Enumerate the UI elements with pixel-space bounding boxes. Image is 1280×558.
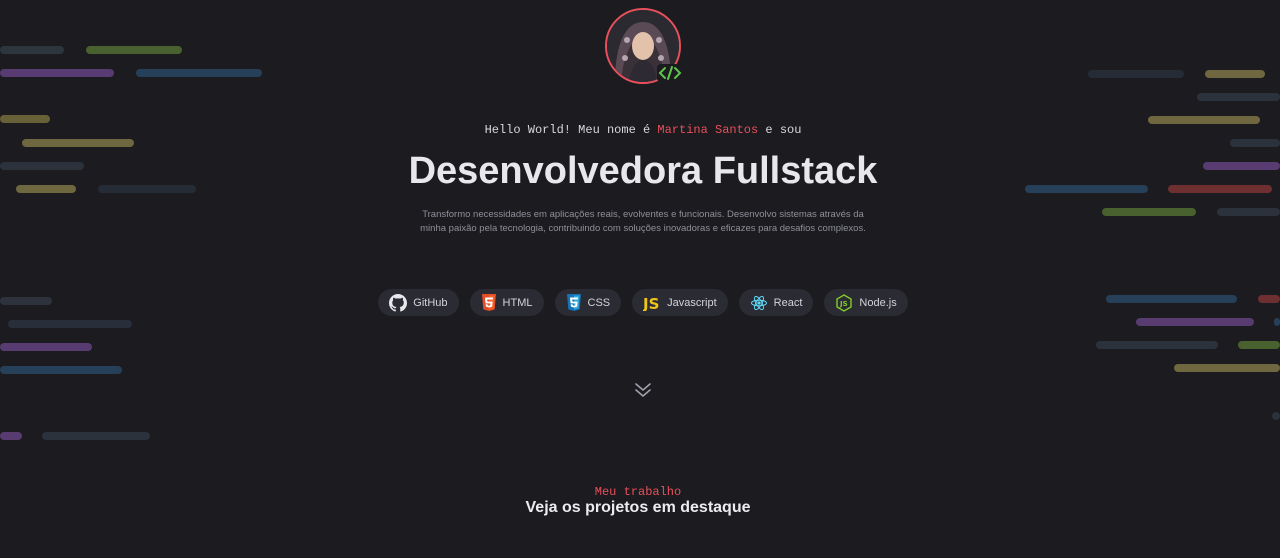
github-icon (389, 293, 408, 312)
projects-title: Veja os projetos em destaque (525, 499, 751, 516)
developer-name: Martina Santos (657, 123, 759, 137)
react-icon (750, 294, 768, 312)
skill-chip-react[interactable]: React (738, 289, 814, 316)
profile-avatar (605, 8, 683, 84)
double-chevron-down-icon[interactable] (634, 381, 652, 399)
skill-chip-nodejs[interactable]: JS Node.js (824, 289, 908, 316)
skill-label: React (773, 296, 803, 309)
skill-label: Node.js (859, 296, 897, 309)
hero-title: Desenvolvedora Fullstack (408, 150, 878, 192)
greeting-prefix: Hello World! Meu nome é (484, 123, 658, 137)
code-icon (657, 64, 683, 82)
svg-text:JS: JS (839, 300, 848, 308)
css3-icon (566, 293, 582, 312)
hero-description: Transformo necessidades em aplicações re… (420, 209, 866, 234)
skill-chip-github[interactable]: GitHub (378, 289, 459, 316)
greeting-suffix: e sou (758, 123, 802, 137)
skill-chip-css[interactable]: CSS (554, 289, 622, 316)
skill-chip-html[interactable]: HTML (469, 289, 544, 316)
svg-text:JS: JS (643, 295, 659, 311)
skill-label: GitHub (413, 296, 448, 309)
javascript-icon: JS (643, 295, 661, 311)
skill-label: HTML (502, 296, 533, 309)
skills-list: GitHub HTML CSS JS Javascript React JS N… (0, 289, 1280, 316)
nodejs-icon: JS (835, 293, 853, 312)
projects-kicker: Meu trabalho (594, 485, 682, 499)
skill-label: CSS (587, 296, 611, 309)
html5-icon (481, 293, 497, 312)
hero-greeting: Hello World! Meu nome é Martina Santos e… (0, 123, 1280, 137)
skill-label: Javascript (667, 296, 717, 309)
skill-chip-javascript[interactable]: JS Javascript (632, 289, 728, 316)
